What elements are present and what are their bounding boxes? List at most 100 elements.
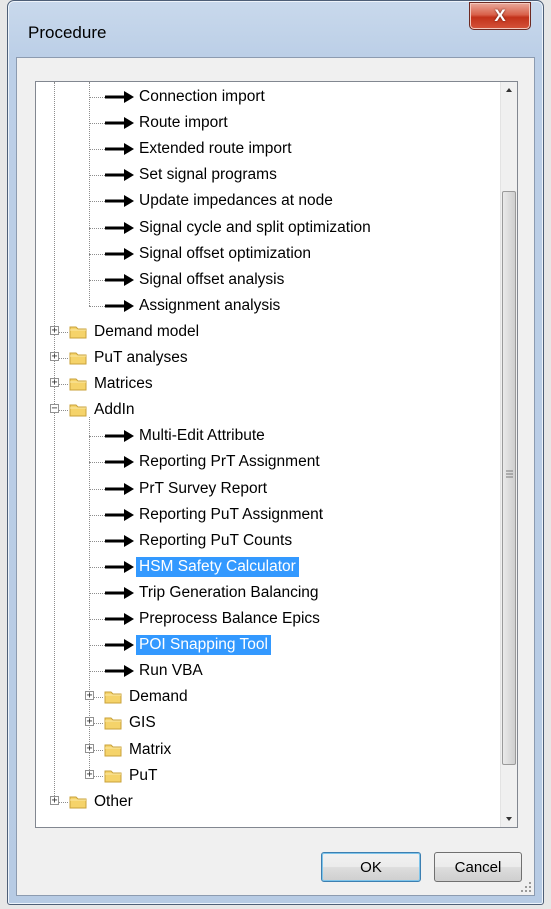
tree-procedure-node[interactable]: Reporting PrT Assignment bbox=[36, 449, 496, 475]
collapse-toggle-icon[interactable]: − bbox=[50, 404, 59, 414]
tree-node-label: Set signal programs bbox=[139, 166, 277, 184]
folder-icon bbox=[104, 691, 122, 704]
tree-node-label: Preprocess Balance Epics bbox=[139, 610, 320, 627]
scroll-down-button[interactable] bbox=[501, 810, 517, 827]
tree-procedure-node[interactable]: Set signal programs bbox=[36, 162, 496, 188]
ok-button[interactable]: OK bbox=[321, 852, 421, 882]
tree-procedure-node[interactable]: HSM Safety Calculator bbox=[36, 554, 496, 580]
tree-folder-node[interactable]: + Matrix bbox=[36, 737, 496, 763]
procedure-arrow-icon bbox=[105, 143, 134, 156]
procedure-arrow-icon bbox=[105, 639, 134, 652]
tree-node-label: Update impedances at node bbox=[139, 192, 333, 210]
expand-toggle-icon[interactable]: + bbox=[85, 769, 94, 779]
scroll-thumb[interactable] bbox=[502, 191, 516, 765]
procedure-arrow-icon bbox=[105, 169, 134, 182]
folder-icon bbox=[104, 770, 122, 783]
procedure-arrow-icon bbox=[105, 613, 134, 625]
procedure-arrow-icon bbox=[105, 456, 134, 469]
procedure-arrow-icon bbox=[105, 195, 134, 208]
folder-icon bbox=[104, 744, 122, 756]
tree-node-label: AddIn bbox=[94, 401, 135, 419]
tree-node-label: Multi-Edit Attribute bbox=[139, 427, 265, 445]
tree-procedure-node[interactable]: Run VBA bbox=[36, 658, 496, 684]
folder-icon bbox=[104, 717, 122, 730]
tree-node-label: PuT analyses bbox=[94, 349, 188, 366]
tree-folder-node[interactable]: + Demand model bbox=[36, 319, 496, 345]
grip-icon bbox=[506, 470, 513, 478]
tree-procedure-node[interactable]: Preprocess Balance Epics bbox=[36, 606, 496, 632]
tree-node-label: Matrix bbox=[129, 740, 172, 758]
procedure-arrow-icon bbox=[105, 221, 134, 234]
tree-procedure-node[interactable]: Signal cycle and split optimization bbox=[36, 215, 496, 241]
tree-node-label: POI Snapping Tool bbox=[136, 635, 271, 656]
expand-toggle-icon[interactable]: + bbox=[85, 743, 94, 753]
tree-folder-node[interactable]: + GIS bbox=[36, 710, 496, 736]
expand-toggle-icon[interactable]: + bbox=[50, 325, 59, 335]
tree-procedure-node[interactable]: Reporting PuT Assignment bbox=[36, 502, 496, 528]
tree-node-label: Reporting PuT Assignment bbox=[139, 505, 324, 523]
scroll-up-button[interactable] bbox=[501, 82, 517, 99]
tree-procedure-node[interactable]: Signal offset analysis bbox=[36, 267, 496, 293]
tree-node-label: Signal offset optimization bbox=[139, 244, 312, 262]
procedure-tree[interactable]: Connection import Route import Extended ro… bbox=[35, 81, 518, 828]
tree-node-label: Demand model bbox=[94, 322, 200, 340]
tree-node-label: Connection import bbox=[139, 88, 265, 105]
tree-folder-node[interactable]: + Matrices bbox=[36, 371, 496, 397]
resize-grip-icon[interactable] bbox=[520, 881, 532, 893]
folder-icon bbox=[69, 352, 87, 365]
tree-node-label: Assignment analysis bbox=[139, 296, 281, 314]
tree-procedure-node[interactable]: PrT Survey Report bbox=[36, 476, 496, 502]
tree-node-label: PuT bbox=[129, 766, 158, 784]
folder-icon bbox=[69, 796, 87, 809]
procedure-arrow-icon bbox=[105, 665, 134, 678]
tree-procedure-node[interactable]: Signal offset optimization bbox=[36, 241, 496, 267]
tree-folder-node[interactable]: + PuT bbox=[36, 763, 496, 789]
tree-folder-node[interactable]: − AddIn bbox=[36, 397, 496, 423]
vertical-scrollbar[interactable] bbox=[500, 82, 517, 827]
procedure-arrow-icon bbox=[105, 91, 134, 103]
tree-procedure-node[interactable]: POI Snapping Tool bbox=[36, 632, 496, 658]
tree-node-label: Route import bbox=[139, 114, 228, 132]
procedure-arrow-icon bbox=[105, 117, 134, 130]
close-button[interactable]: X bbox=[469, 2, 531, 30]
procedure-arrow-icon bbox=[105, 299, 134, 312]
title-bar[interactable]: Procedure X bbox=[8, 1, 543, 57]
tree-folder-node[interactable]: + Demand bbox=[36, 684, 496, 710]
tree-procedure-node[interactable]: Connection import bbox=[36, 84, 496, 110]
procedure-arrow-icon bbox=[105, 430, 134, 443]
expand-toggle-icon[interactable]: + bbox=[50, 378, 59, 388]
expand-toggle-icon[interactable]: + bbox=[50, 795, 59, 805]
procedure-dialog: Procedure X Connection import Route impor… bbox=[7, 0, 544, 905]
procedure-arrow-icon bbox=[105, 508, 134, 521]
tree-node-label: Other bbox=[94, 792, 133, 810]
tree-procedure-node[interactable]: Multi-Edit Attribute bbox=[36, 423, 496, 449]
tree-node-label: Reporting PuT Counts bbox=[139, 531, 293, 549]
tree-procedure-node[interactable]: Route import bbox=[36, 110, 496, 136]
tree-procedure-node[interactable]: Assignment analysis bbox=[36, 293, 496, 319]
tree-folder-node[interactable]: + Other bbox=[36, 789, 496, 815]
tree-folder-node[interactable]: + PuT analyses bbox=[36, 345, 496, 371]
tree-node-label: Reporting PrT Assignment bbox=[139, 453, 320, 471]
expand-toggle-icon[interactable]: + bbox=[85, 717, 94, 727]
folder-icon bbox=[69, 378, 87, 391]
folder-icon bbox=[69, 326, 87, 339]
tree-node-label: Extended route import bbox=[139, 140, 292, 158]
tree-procedure-node[interactable]: Update impedances at node bbox=[36, 188, 496, 214]
tree-node-label: Trip Generation Balancing bbox=[139, 583, 319, 601]
procedure-arrow-icon bbox=[105, 273, 134, 286]
tree-node-label: Signal offset analysis bbox=[139, 270, 285, 288]
close-icon: X bbox=[494, 6, 506, 25]
tree-node-label: GIS bbox=[129, 714, 156, 732]
tree-procedure-node[interactable]: Trip Generation Balancing bbox=[36, 580, 496, 606]
scroll-down-icon bbox=[506, 817, 512, 821]
expand-toggle-icon[interactable]: + bbox=[85, 691, 94, 701]
procedure-arrow-icon bbox=[105, 534, 134, 547]
tree-node-label: Matrices bbox=[94, 375, 153, 393]
tree-node-label: Run VBA bbox=[139, 662, 203, 680]
tree-procedure-node[interactable]: Reporting PuT Counts bbox=[36, 528, 496, 554]
tree-node-label: Demand bbox=[129, 688, 188, 706]
cancel-button[interactable]: Cancel bbox=[434, 852, 522, 882]
tree-procedure-node[interactable]: Extended route import bbox=[36, 136, 496, 162]
procedure-arrow-icon bbox=[105, 560, 134, 573]
expand-toggle-icon[interactable]: + bbox=[50, 352, 59, 362]
